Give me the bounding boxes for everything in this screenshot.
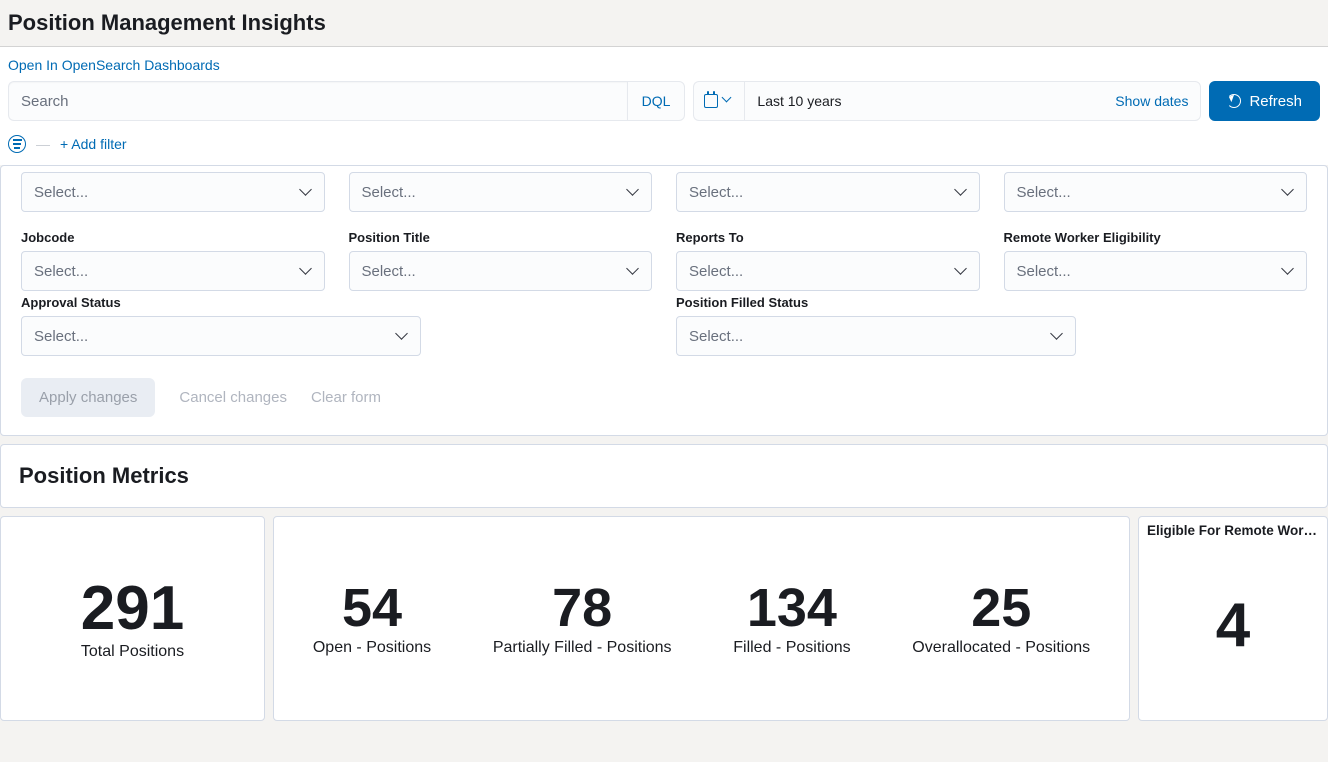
page-title: Position Management Insights bbox=[8, 10, 1320, 36]
date-range-picker[interactable]: Last 10 years Show dates bbox=[744, 81, 1201, 121]
show-dates-link[interactable]: Show dates bbox=[1115, 93, 1188, 109]
approval-status-select[interactable]: Select... bbox=[21, 316, 421, 356]
filter-field-1: Select... bbox=[21, 172, 325, 212]
filled-positions-value: 134 bbox=[733, 580, 850, 637]
filter-field-2: Select... bbox=[349, 172, 653, 212]
position-filled-status-select[interactable]: Select... bbox=[676, 316, 1076, 356]
open-in-dashboards-link[interactable]: Open In OpenSearch Dashboards bbox=[8, 47, 1320, 81]
chevron-down-icon bbox=[955, 186, 967, 198]
position-metrics-header-panel: Position Metrics bbox=[0, 444, 1328, 508]
chevron-down-icon bbox=[1282, 186, 1294, 198]
filter-bar: — + Add filter bbox=[8, 131, 1320, 165]
filter-row-3: Approval Status Select... Position Fille… bbox=[21, 295, 1307, 356]
filters-panel: Select... Select... Select... Select... bbox=[0, 165, 1328, 436]
filter-field-reports-to: Reports To Select... bbox=[676, 230, 980, 291]
open-positions-label: Open - Positions bbox=[313, 639, 431, 657]
metrics-row: 291 Total Positions 54 Open - Positions … bbox=[0, 516, 1328, 729]
remote-eligible-value: 4 bbox=[1216, 593, 1250, 658]
metric-body: 291 Total Positions bbox=[9, 523, 256, 714]
toolbar-section: Open In OpenSearch Dashboards DQL Last 1… bbox=[0, 47, 1328, 165]
chevron-down-icon bbox=[955, 265, 967, 277]
dashboard-body: Select... Select... Select... Select... bbox=[0, 165, 1328, 737]
chevron-down-icon bbox=[300, 186, 312, 198]
filter-field-remote-eligibility: Remote Worker Eligibility Select... bbox=[1004, 230, 1308, 291]
remote-eligibility-select[interactable]: Select... bbox=[1004, 251, 1308, 291]
partial-positions-value: 78 bbox=[493, 580, 672, 637]
overallocated-positions-label: Overallocated - Positions bbox=[912, 639, 1090, 657]
chevron-down-icon bbox=[1051, 330, 1063, 342]
metric-body: 4 bbox=[1147, 538, 1319, 714]
remote-eligible-panel: Eligible For Remote Work - Positions 4 bbox=[1138, 516, 1328, 721]
filter-field-jobcode: Jobcode Select... bbox=[21, 230, 325, 291]
remote-eligible-title: Eligible For Remote Work - Positions bbox=[1147, 523, 1319, 538]
chevron-down-icon bbox=[627, 186, 639, 198]
calendar-button[interactable] bbox=[693, 81, 744, 121]
dql-button[interactable]: DQL bbox=[627, 81, 686, 121]
filter-field-approval-status: Approval Status Select... bbox=[21, 295, 652, 356]
chevron-down-icon bbox=[300, 265, 312, 277]
refresh-label: Refresh bbox=[1249, 93, 1302, 110]
total-positions-panel: 291 Total Positions bbox=[0, 516, 265, 721]
position-filled-status-label: Position Filled Status bbox=[676, 295, 1307, 310]
reports-to-select[interactable]: Select... bbox=[676, 251, 980, 291]
jobcode-select[interactable]: Select... bbox=[21, 251, 325, 291]
positions-breakdown-panel: 54 Open - Positions 78 Partially Filled … bbox=[273, 516, 1130, 721]
total-positions-label: Total Positions bbox=[81, 643, 184, 661]
total-positions-value: 291 bbox=[81, 576, 184, 641]
metric-item-partial: 78 Partially Filled - Positions bbox=[493, 580, 672, 657]
overallocated-positions-value: 25 bbox=[912, 580, 1090, 637]
filter-select-4[interactable]: Select... bbox=[1004, 172, 1308, 212]
filled-positions-label: Filled - Positions bbox=[733, 639, 850, 657]
metric-item-remote: 4 bbox=[1216, 593, 1250, 658]
filter-field-position-title: Position Title Select... bbox=[349, 230, 653, 291]
date-range-text: Last 10 years bbox=[757, 93, 841, 109]
jobcode-label: Jobcode bbox=[21, 230, 325, 245]
cancel-changes-button[interactable]: Cancel changes bbox=[179, 389, 287, 406]
chevron-down-icon bbox=[1282, 265, 1294, 277]
apply-changes-button[interactable]: Apply changes bbox=[21, 378, 155, 417]
filter-field-4: Select... bbox=[1004, 172, 1308, 212]
filter-actions: Apply changes Cancel changes Clear form bbox=[21, 378, 1307, 417]
page-header: Position Management Insights bbox=[0, 0, 1328, 47]
position-title-select[interactable]: Select... bbox=[349, 251, 653, 291]
filter-select-3[interactable]: Select... bbox=[676, 172, 980, 212]
clear-form-button[interactable]: Clear form bbox=[311, 389, 381, 406]
filter-field-3: Select... bbox=[676, 172, 980, 212]
filter-separator: — bbox=[36, 136, 50, 152]
chevron-down-icon bbox=[396, 330, 408, 342]
open-positions-value: 54 bbox=[313, 580, 431, 637]
metric-item-total: 291 Total Positions bbox=[81, 576, 184, 661]
metric-item-overallocated: 25 Overallocated - Positions bbox=[912, 580, 1090, 657]
filter-select-2[interactable]: Select... bbox=[349, 172, 653, 212]
add-filter-button[interactable]: + Add filter bbox=[60, 136, 127, 152]
chevron-down-icon bbox=[627, 265, 639, 277]
refresh-icon bbox=[1227, 94, 1241, 108]
search-group: DQL bbox=[8, 81, 685, 121]
metric-item-filled: 134 Filled - Positions bbox=[733, 580, 850, 657]
metric-body: 54 Open - Positions 78 Partially Filled … bbox=[282, 523, 1121, 714]
position-metrics-title: Position Metrics bbox=[1, 445, 1327, 507]
query-bar: DQL Last 10 years Show dates Refresh bbox=[8, 81, 1320, 121]
approval-status-label: Approval Status bbox=[21, 295, 652, 310]
position-title-label: Position Title bbox=[349, 230, 653, 245]
filter-icon[interactable] bbox=[8, 135, 26, 153]
calendar-icon bbox=[704, 94, 718, 108]
partial-positions-label: Partially Filled - Positions bbox=[493, 639, 672, 657]
reports-to-label: Reports To bbox=[676, 230, 980, 245]
filter-select-1[interactable]: Select... bbox=[21, 172, 325, 212]
filter-grid: Select... Select... Select... Select... bbox=[21, 172, 1307, 291]
date-group: Last 10 years Show dates bbox=[693, 81, 1201, 121]
search-input[interactable] bbox=[8, 81, 627, 121]
refresh-button[interactable]: Refresh bbox=[1209, 81, 1320, 121]
chevron-down-icon bbox=[722, 95, 734, 107]
filter-field-position-filled-status: Position Filled Status Select... bbox=[676, 295, 1307, 356]
metric-item-open: 54 Open - Positions bbox=[313, 580, 431, 657]
remote-eligibility-label: Remote Worker Eligibility bbox=[1004, 230, 1308, 245]
